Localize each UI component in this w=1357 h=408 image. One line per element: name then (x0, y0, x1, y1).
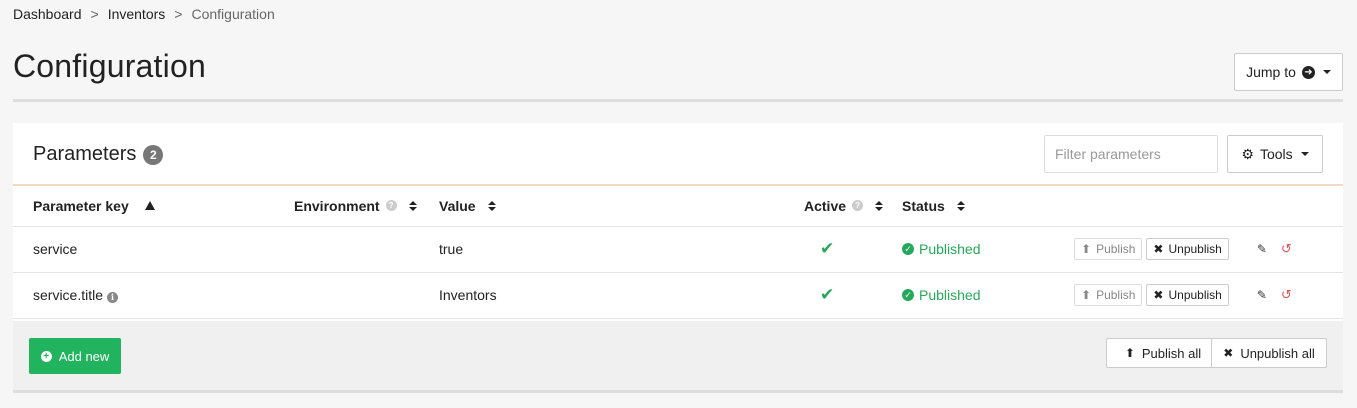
parameter-key-cell: service.title i (13, 272, 294, 319)
check-circle-icon: ✓ (902, 289, 914, 301)
unpublish-all-label: Unpublish all (1240, 345, 1315, 361)
value-cell: true (439, 226, 804, 273)
unpublish-all-button[interactable]: ✖ Unpublish all (1211, 338, 1327, 368)
gears-icon: ⚙ (1241, 145, 1254, 162)
x-icon: ✖ (1153, 242, 1164, 256)
parameters-panel: Parameters 2 ⚙ Tools Parameter key En (13, 123, 1343, 393)
breadcrumb-separator: > (174, 6, 183, 22)
sort-icon (956, 200, 965, 211)
upload-icon: ⬆ (1081, 242, 1092, 256)
breadcrumb: Dashboard > Inventors > Configuration (13, 6, 275, 22)
environment-cell (294, 226, 439, 273)
info-circle-icon[interactable]: i (107, 292, 119, 303)
check-icon: ✔ (820, 239, 835, 258)
filter-parameters-input[interactable] (1044, 135, 1218, 173)
table-row: service.title i Inventors ✔ ✓ Published ⬆ P… (13, 272, 1343, 319)
column-header-active[interactable]: Active? (804, 186, 902, 227)
sort-icon (487, 200, 496, 211)
row-actions-cell: ⬆ Publish ✖ Unpublish ✎ ↺ (1074, 226, 1343, 273)
tools-label: Tools (1259, 146, 1293, 162)
check-circle-icon: ✓ (902, 243, 914, 255)
upload-icon: ⬆ (1124, 346, 1135, 360)
row-actions-cell: ⬆ Publish ✖ Unpublish ✎ ↺ (1074, 272, 1343, 319)
column-header-status[interactable]: Status (902, 186, 1074, 227)
parameter-key-cell: service (13, 226, 294, 273)
x-icon: ✖ (1223, 346, 1234, 360)
publish-all-button[interactable]: ⬆ Publish all (1106, 338, 1220, 368)
pencil-icon[interactable]: ✎ (1257, 242, 1267, 256)
active-cell: ✔ (804, 272, 902, 319)
environment-cell (294, 272, 439, 319)
x-icon: ✖ (1153, 288, 1164, 302)
breadcrumb-separator: > (90, 6, 99, 22)
unpublish-button[interactable]: ✖ Unpublish (1146, 284, 1229, 306)
page-title: Configuration (13, 48, 206, 84)
publish-all-label: Publish all (1141, 345, 1202, 361)
question-circle-icon: ? (385, 200, 397, 212)
parameters-table: Parameter key Environment? Value Active?… (13, 186, 1343, 319)
sort-ascending-icon (144, 201, 155, 211)
column-header-parameter-key[interactable]: Parameter key (13, 186, 294, 227)
status-text: Published (919, 241, 981, 257)
sort-icon (408, 200, 417, 211)
column-header-value[interactable]: Value (439, 186, 804, 227)
status-cell: ✓ Published (902, 272, 1074, 319)
add-new-label: Add new (58, 348, 110, 364)
undo-icon[interactable]: ↺ (1281, 241, 1292, 257)
plus-circle-icon: + (40, 350, 52, 362)
tools-button[interactable]: ⚙ Tools (1227, 135, 1323, 173)
active-cell: ✔ (804, 226, 902, 273)
upload-icon: ⬆ (1081, 288, 1092, 302)
panel-title: Parameters 2 (33, 143, 164, 166)
value-cell: Inventors (439, 272, 804, 319)
jump-to-label: Jump to (1246, 64, 1296, 80)
check-icon: ✔ (820, 285, 835, 304)
panel-title-text: Parameters (33, 143, 137, 165)
add-new-button[interactable]: + Add new (29, 338, 121, 374)
undo-icon[interactable]: ↺ (1281, 287, 1292, 303)
status-text: Published (919, 287, 981, 303)
publish-button[interactable]: ⬆ Publish (1074, 238, 1143, 260)
table-header-row: Parameter key Environment? Value Active?… (13, 186, 1343, 227)
jump-to-button[interactable]: Jump to ➜ (1234, 53, 1343, 91)
panel-footer: + Add new ⬆ Publish all ✖ Unpublish all (13, 321, 1343, 393)
arrow-circle-right-icon: ➜ (1301, 65, 1315, 79)
question-circle-icon: ? (852, 200, 864, 212)
publish-button[interactable]: ⬆ Publish (1074, 284, 1143, 306)
title-divider (13, 99, 1343, 102)
column-header-environment[interactable]: Environment? (294, 186, 439, 227)
breadcrumb-configuration: Configuration (191, 6, 275, 22)
caret-down-icon (1300, 152, 1309, 156)
count-badge: 2 (143, 144, 164, 165)
status-cell: ✓ Published (902, 226, 1074, 273)
pencil-icon[interactable]: ✎ (1257, 288, 1267, 302)
column-header-actions (1074, 186, 1343, 227)
unpublish-button[interactable]: ✖ Unpublish (1146, 238, 1229, 260)
panel-header: Parameters 2 ⚙ Tools (13, 123, 1343, 186)
breadcrumb-dashboard[interactable]: Dashboard (13, 6, 82, 22)
sort-icon (875, 200, 884, 211)
caret-down-icon (1322, 70, 1331, 74)
table-row: service true ✔ ✓ Published ⬆ Publish ✖ Unpu… (13, 226, 1343, 273)
breadcrumb-inventors[interactable]: Inventors (108, 6, 166, 22)
